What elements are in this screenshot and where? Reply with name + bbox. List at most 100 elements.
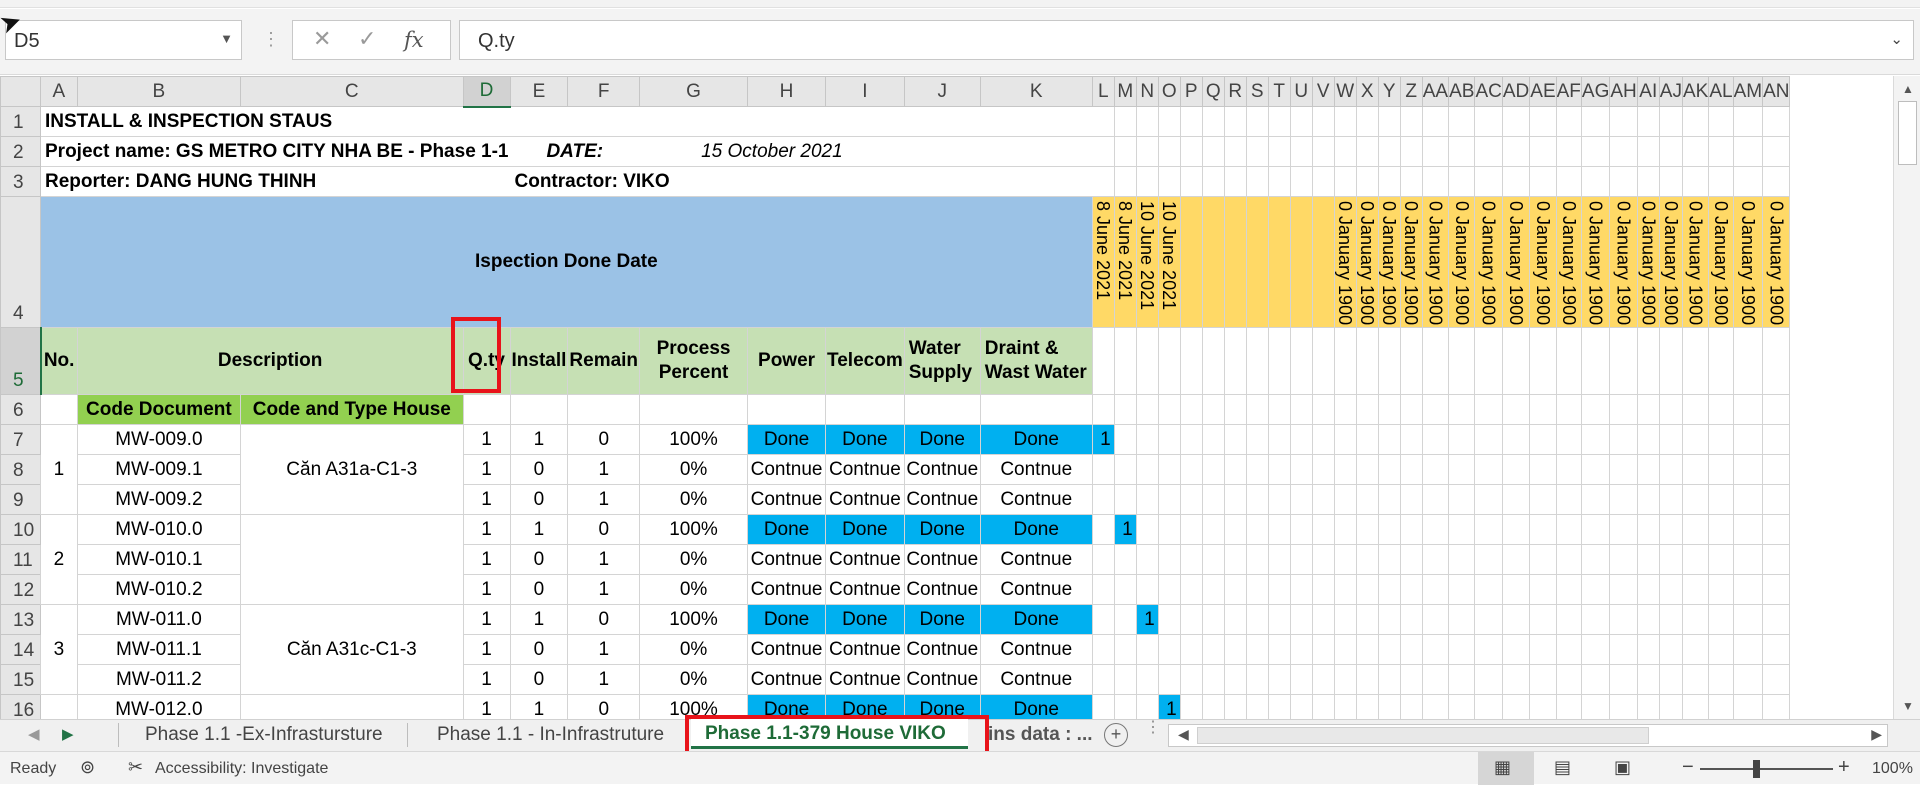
cell[interactable] [1448,484,1476,515]
cell[interactable] [1609,574,1638,605]
percent-cell[interactable]: 0% [639,664,749,695]
cell[interactable] [1448,574,1476,605]
cell[interactable] [747,106,827,137]
water-status[interactable]: Done [903,694,981,719]
column-header-al[interactable]: AL [1708,76,1734,107]
drain-status[interactable]: Contnue [979,664,1093,695]
row-header-10[interactable]: 10 [0,514,41,545]
cell[interactable] [1501,424,1531,455]
cell[interactable] [1289,544,1313,575]
code-document[interactable]: MW-011.2 [76,664,242,695]
cell[interactable] [1681,604,1710,635]
cell[interactable] [1501,136,1531,167]
cell[interactable] [1399,394,1423,425]
percent-cell[interactable]: 0% [639,454,749,485]
cell[interactable] [1555,694,1582,719]
cell[interactable] [1658,694,1683,719]
cell[interactable] [1501,484,1531,515]
remain-cell[interactable]: 1 [567,634,641,665]
cell[interactable] [1580,454,1611,485]
cell[interactable] [1399,484,1423,515]
cell[interactable] [1399,166,1423,197]
cell[interactable] [1399,544,1423,575]
cell[interactable] [1448,327,1476,395]
cell[interactable] [1113,454,1137,485]
column-header-n[interactable]: N [1135,76,1159,107]
cell[interactable] [1289,394,1313,425]
cell[interactable] [1421,327,1450,395]
row-header-15[interactable]: 15 [0,664,41,695]
cell[interactable] [825,106,905,137]
column-header-f[interactable]: F [567,76,641,107]
cell[interactable] [1223,454,1247,485]
cell[interactable] [1333,394,1357,425]
scroll-up-icon[interactable]: ▲ [1902,82,1914,96]
cell[interactable] [1289,664,1313,695]
project-name[interactable]: Project name: GS METRO CITY NHA BE - Pha… [40,136,511,167]
qty-cell[interactable]: 1 [462,604,511,635]
cell[interactable] [1135,106,1159,137]
cell[interactable] [1762,604,1791,635]
cell[interactable] [1091,484,1115,515]
group-number[interactable]: 1 [40,424,78,515]
column-header-am[interactable]: AM [1732,76,1764,107]
vertical-scrollbar[interactable]: ▲ ▼ [1893,76,1920,719]
cell[interactable] [1681,394,1710,425]
cell[interactable] [1355,327,1379,395]
cell[interactable] [1311,106,1335,137]
cell[interactable] [1609,664,1638,695]
cell[interactable] [1681,694,1710,719]
cell[interactable] [1267,166,1291,197]
cell[interactable] [1267,424,1291,455]
cell[interactable] [1474,604,1503,635]
remain-cell[interactable]: 1 [567,454,641,485]
install-cell[interactable]: 1 [509,514,569,545]
add-sheet-icon[interactable]: + [1104,723,1128,747]
cell[interactable] [1762,544,1791,575]
column-header-ac[interactable]: AC [1474,76,1503,107]
cell[interactable] [1732,166,1764,197]
cell[interactable] [1223,514,1247,545]
cell[interactable] [1474,514,1503,545]
power-status[interactable]: Done [747,424,827,455]
cell[interactable] [1245,484,1269,515]
cell[interactable] [1609,694,1638,719]
header-drain-waste-water[interactable]: Draint & Wast Water [979,327,1093,395]
formula-bar-grip-icon[interactable]: ⋮ [262,29,280,50]
power-status[interactable]: Done [747,694,827,719]
zero-date-header[interactable]: 0 January 1900 [1529,196,1557,328]
column-header-b[interactable]: B [76,76,242,107]
cell[interactable] [1762,327,1791,395]
cell[interactable] [1529,394,1557,425]
cell[interactable] [1474,544,1503,575]
cell[interactable] [1708,106,1734,137]
cell[interactable] [1179,514,1203,545]
zero-date-header[interactable]: 0 January 1900 [1474,196,1503,328]
scroll-right-icon[interactable]: ▶ [1871,726,1882,743]
cell[interactable] [1223,136,1247,167]
cell[interactable] [1201,327,1225,395]
cell[interactable] [1501,544,1531,575]
cell[interactable] [1333,604,1357,635]
column-header-m[interactable]: M [1113,76,1137,107]
cell[interactable] [1681,544,1710,575]
cell[interactable] [1377,664,1401,695]
cell[interactable] [1179,544,1203,575]
house-type[interactable] [240,694,464,719]
telecom-status[interactable]: Contnue [825,544,905,575]
zero-date-header[interactable]: 0 January 1900 [1658,196,1683,328]
cell[interactable] [1333,106,1357,137]
cell[interactable] [1245,694,1269,719]
inspection-mark[interactable]: 1 [1135,604,1159,635]
cell[interactable] [1333,544,1357,575]
cell[interactable] [1289,634,1313,665]
cell[interactable] [1267,544,1291,575]
cell[interactable] [1289,166,1313,197]
cell[interactable] [1355,514,1379,545]
cell[interactable] [1399,664,1423,695]
cell[interactable] [1609,106,1638,137]
cell[interactable] [1091,694,1115,719]
cell[interactable] [1311,604,1335,635]
zero-date-header[interactable]: 0 January 1900 [1636,196,1660,328]
remain-cell[interactable]: 1 [567,484,641,515]
